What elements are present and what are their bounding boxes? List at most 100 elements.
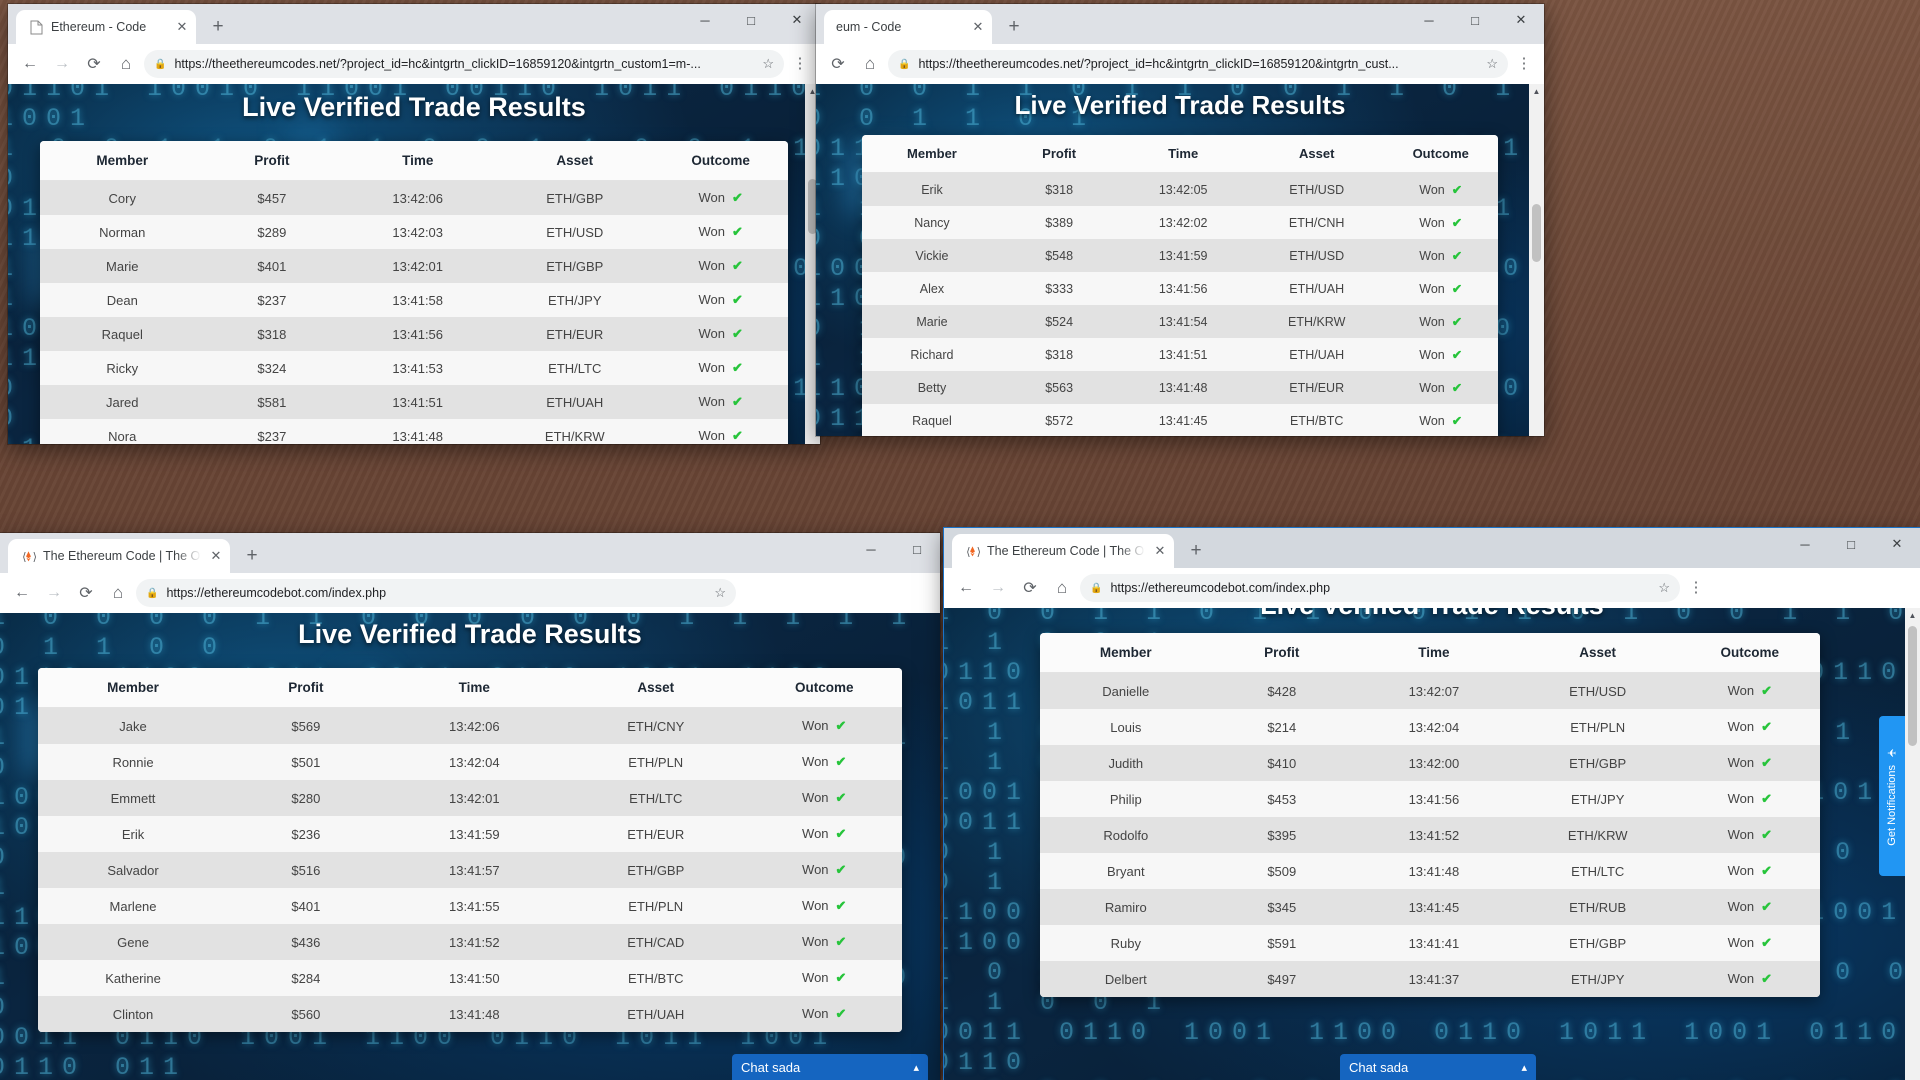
home-icon[interactable]: ⌂ [1048,574,1076,602]
table-row: Betty $563 13:41:48 ETH/EUR Won ✔ [862,371,1498,404]
profit-cell: $333 [1045,281,1074,296]
member-cell: Salvador [107,862,159,878]
asset-cell: ETH/BTC [1289,413,1344,428]
outcome-label: Won [698,190,725,205]
page-content: 01101 10010 11001 00110 1011 0110 1001 1… [8,84,820,444]
address-bar[interactable]: 🔒 https://theethereumcodes.net/?project_… [888,50,1508,78]
page-content: 1 0 0 0 0 1 1 0 0 0 0 0 0 1 1 1 1 1 0 1 … [0,613,940,1080]
close-window-button[interactable]: ✕ [774,4,820,36]
asset-cell: ETH/JPY [548,292,602,308]
minimize-button[interactable]: ─ [1406,4,1452,36]
browser-menu-icon[interactable]: ⋮ [1684,580,1708,595]
home-icon[interactable]: ⌂ [856,50,884,78]
site-body: Live Verified Trade Results Member Profi… [944,608,1920,997]
browser-window-bottom-left[interactable]: ⟨ ⟩ The Ethereum Code | The Official ✕ +… [0,533,940,1080]
reload-icon[interactable]: ⟳ [824,50,852,78]
address-bar[interactable]: 🔒 https://ethereumcodebot.com/index.php … [1080,574,1680,602]
back-icon[interactable]: ← [8,579,36,607]
outcome-label: Won [802,790,829,805]
reload-icon[interactable]: ⟳ [1016,574,1044,602]
address-bar[interactable]: 🔒 https://ethereumcodebot.com/index.php … [136,579,736,607]
column-header-time: Time [339,141,497,181]
check-icon: ✔ [835,862,847,877]
browser-toolbar: ← → ⟳ ⌂ 🔒 https://theethereumcodes.net/?… [8,44,820,84]
outcome-cell: Won ✔ [1383,206,1498,239]
asset-cell: ETH/LTC [1571,863,1625,879]
browser-tab[interactable]: ⟨ ⟩ The Ethereum Code | The Official ✕ [952,534,1174,568]
outcome-label: Won [802,934,829,949]
reload-icon[interactable]: ⟳ [72,579,100,607]
close-tab-icon[interactable]: ✕ [970,19,986,35]
bookmark-star-icon[interactable]: ☆ [1658,580,1670,596]
check-icon: ✔ [1761,863,1772,878]
chat-expand-icon[interactable]: ▴ [913,1061,919,1074]
new-tab-button[interactable]: + [1000,13,1028,41]
time-cell: 13:42:05 [1158,182,1208,197]
check-icon: ✔ [1761,791,1772,806]
browser-toolbar: ← → ⟳ ⌂ 🔒 https://ethereumcodebot.com/in… [944,568,1920,608]
chat-expand-icon[interactable]: ▴ [1521,1061,1527,1074]
maximize-button[interactable]: □ [1828,528,1874,560]
check-icon: ✔ [835,934,847,949]
close-tab-icon[interactable]: ✕ [208,548,224,564]
new-tab-button[interactable]: + [204,13,232,41]
address-bar[interactable]: 🔒 https://theethereumcodes.net/?project_… [144,50,784,78]
browser-tab[interactable]: Ethereum - Code ✕ [16,10,196,44]
back-icon[interactable]: ← [952,574,980,602]
close-tab-icon[interactable]: ✕ [1152,543,1168,559]
outcome-cell: Won ✔ [1383,371,1498,404]
profit-cell: $236 [291,826,321,842]
outcome-cell: Won ✔ [1680,889,1820,925]
asset-cell: ETH/LTC [629,790,683,806]
new-tab-button[interactable]: + [1182,537,1210,565]
outcome-label: Won [698,292,725,307]
browser-window-top-right[interactable]: eum - Code ✕ + ─ □ ✕ ⟳ ⌂ 🔒 https://theet… [816,4,1544,436]
column-header-outcome: Outcome [746,668,902,708]
bookmark-star-icon[interactable]: ☆ [762,56,774,72]
asset-cell: ETH/GBP [1569,755,1627,771]
minimize-button[interactable]: ─ [848,533,894,565]
time-cell: 13:41:52 [449,934,500,950]
home-icon[interactable]: ⌂ [104,579,132,607]
outcome-label: Won [802,718,829,733]
browser-window-bottom-right[interactable]: ⟨ ⟩ The Ethereum Code | The Official ✕ +… [944,528,1920,1080]
bookmark-star-icon[interactable]: ☆ [1486,56,1498,72]
back-icon[interactable]: ← [16,50,44,78]
browser-window-top-left[interactable]: Ethereum - Code ✕ + ─ □ ✕ ← → ⟳ ⌂ 🔒 http… [8,4,820,444]
close-window-button[interactable]: ✕ [1498,4,1544,36]
reload-icon[interactable]: ⟳ [80,50,108,78]
browser-tab[interactable]: eum - Code ✕ [824,10,992,44]
check-icon: ✔ [731,326,743,341]
url-text: https://theethereumcodes.net/?project_id… [918,57,1399,71]
maximize-button[interactable]: □ [894,533,940,565]
asset-cell: ETH/PLN [628,754,684,770]
close-tab-icon[interactable]: ✕ [174,19,190,35]
asset-cell: ETH/RUB [1569,899,1627,915]
table-row: Delbert $497 13:41:37 ETH/JPY Won ✔ [1040,961,1820,997]
check-icon: ✔ [731,394,743,409]
chat-widget-bar[interactable]: Chat sada ▴ [732,1054,928,1080]
browser-menu-icon[interactable]: ⋮ [1512,56,1536,71]
asset-cell: ETH/GBP [1569,935,1627,951]
new-tab-button[interactable]: + [238,542,266,570]
bookmark-star-icon[interactable]: ☆ [714,585,726,601]
profit-cell: $318 [257,326,287,342]
close-window-button[interactable]: ✕ [1874,528,1920,560]
forward-icon[interactable]: → [48,50,76,78]
forward-icon[interactable]: → [984,574,1012,602]
column-header-member: Member [862,135,1002,173]
check-icon: ✔ [731,428,743,443]
maximize-button[interactable]: □ [728,4,774,36]
minimize-button[interactable]: ─ [682,4,728,36]
home-icon[interactable]: ⌂ [112,50,140,78]
member-cell: Cory [108,190,136,206]
maximize-button[interactable]: □ [1452,4,1498,36]
profit-cell: $591 [1267,935,1297,951]
browser-menu-icon[interactable]: ⋮ [788,56,812,71]
table-row: Jake $569 13:42:06 ETH/CNY Won ✔ [38,707,902,744]
outcome-label: Won [1419,249,1445,263]
forward-icon[interactable]: → [40,579,68,607]
browser-tab[interactable]: ⟨ ⟩ The Ethereum Code | The Official ✕ [8,539,230,573]
minimize-button[interactable]: ─ [1782,528,1828,560]
chat-widget-bar[interactable]: Chat sada ▴ [1340,1054,1536,1080]
